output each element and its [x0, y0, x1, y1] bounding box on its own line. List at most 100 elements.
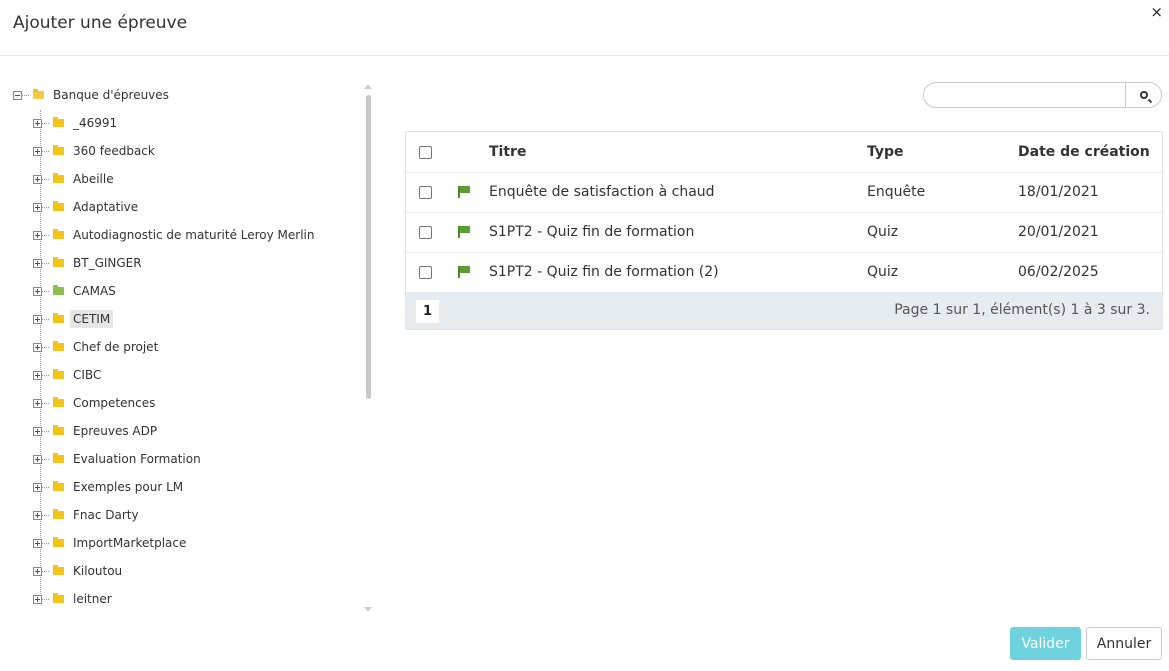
tree-item[interactable]: BT_GINGER [33, 252, 145, 274]
tree-item[interactable]: Autodiagnostic de maturité Leroy Merlin [33, 224, 318, 246]
flag-icon [458, 186, 470, 198]
tree-item[interactable]: Abeille [33, 168, 117, 190]
folder-icon [53, 201, 64, 211]
column-title-header[interactable]: Titre [489, 132, 526, 172]
select-all-checkbox[interactable] [419, 146, 432, 159]
expand-icon[interactable] [33, 538, 42, 548]
folder-icon [53, 341, 64, 351]
expand-icon[interactable] [33, 342, 42, 352]
row-type: Quiz [867, 264, 899, 280]
tree-item[interactable]: _46991 [33, 112, 120, 134]
tree-item[interactable]: Exemples pour LM [33, 476, 186, 498]
folder-icon [53, 257, 64, 267]
tree-item-label[interactable]: 360 feedback [70, 142, 158, 160]
tree-item[interactable]: Fnac Darty [33, 504, 142, 526]
expand-icon[interactable] [33, 230, 42, 240]
expand-icon[interactable] [33, 510, 42, 520]
row-checkbox[interactable] [419, 266, 432, 279]
expand-icon[interactable] [33, 454, 42, 464]
tree-item[interactable]: Competences [33, 392, 158, 414]
row-title: S1PT2 - Quiz fin de formation [489, 224, 695, 240]
tree-item[interactable]: Chef de projet [33, 336, 161, 358]
tests-table: Titre Type Date de création Enquête de s… [405, 131, 1163, 330]
tree-item-label[interactable]: Chef de projet [70, 338, 161, 356]
folder-icon [53, 369, 64, 379]
tree-item-label[interactable]: Fnac Darty [70, 506, 142, 524]
tree-item-label[interactable]: Abeille [70, 170, 117, 188]
tree-scrollbar-thumb[interactable] [366, 95, 371, 399]
tree-item-label[interactable]: ImportMarketplace [70, 534, 189, 552]
expand-icon[interactable] [33, 398, 42, 408]
tree-item-label[interactable]: Kiloutou [70, 562, 125, 580]
table-row[interactable]: S1PT2 - Quiz fin de formation Quiz 20/01/2… [406, 212, 1162, 253]
expand-icon[interactable] [33, 202, 42, 212]
row-checkbox[interactable] [419, 226, 432, 239]
page-1-button[interactable]: 1 [416, 300, 439, 323]
scroll-up-arrow[interactable] [364, 84, 372, 89]
tree-item[interactable]: CETIM [33, 308, 114, 330]
tree-item-label[interactable]: leitner [70, 590, 115, 608]
tree-item[interactable]: Evaluation Formation [33, 448, 204, 470]
tree-root-label[interactable]: Banque d'épreuves [50, 86, 172, 104]
folder-icon [53, 313, 64, 323]
tree-item-label[interactable]: Evaluation Formation [70, 450, 204, 468]
expand-icon[interactable] [33, 594, 42, 604]
tree-root[interactable]: Banque d'épreuves [13, 84, 172, 106]
tree-item[interactable]: Kiloutou [33, 560, 125, 582]
search-button[interactable] [1125, 82, 1162, 108]
column-type-header[interactable]: Type [867, 132, 904, 172]
cancel-button[interactable]: Annuler [1086, 627, 1162, 660]
expand-icon[interactable] [33, 258, 42, 268]
tree-item-label[interactable]: _46991 [70, 114, 120, 132]
column-date-header[interactable]: Date de création [1018, 132, 1150, 172]
expand-icon[interactable] [33, 370, 42, 380]
folder-icon [53, 397, 64, 407]
tree-item-label[interactable]: CETIM [70, 310, 114, 328]
expand-icon[interactable] [33, 426, 42, 436]
tree-item[interactable]: ImportMarketplace [33, 532, 189, 554]
tree-item[interactable]: leitner [33, 588, 115, 610]
tree-item[interactable]: CAMAS [33, 280, 119, 302]
expand-icon[interactable] [33, 174, 42, 184]
folder-icon [53, 509, 64, 519]
tree-item-label[interactable]: CAMAS [70, 282, 119, 300]
expand-icon[interactable] [33, 482, 42, 492]
tree-item-label[interactable]: BT_GINGER [70, 254, 145, 272]
row-checkbox[interactable] [419, 186, 432, 199]
expand-icon[interactable] [33, 146, 42, 156]
flag-icon [458, 266, 470, 278]
table-header-row: Titre Type Date de création [406, 132, 1162, 173]
row-type: Enquête [867, 184, 926, 200]
flag-icon [458, 226, 470, 238]
tree-item-label[interactable]: Autodiagnostic de maturité Leroy Merlin [70, 226, 318, 244]
dialog-title: Ajouter une épreuve [13, 13, 188, 33]
tree-item-label[interactable]: Exemples pour LM [70, 478, 186, 496]
collapse-icon[interactable] [13, 90, 22, 100]
row-date: 18/01/2021 [1018, 184, 1099, 200]
row-title: Enquête de satisfaction à chaud [489, 184, 715, 200]
folder-icon [53, 565, 64, 575]
row-date: 06/02/2025 [1018, 264, 1099, 280]
tree-item[interactable]: Adaptative [33, 196, 141, 218]
tree-item-label[interactable]: Competences [70, 394, 158, 412]
tree-item-label[interactable]: Epreuves ADP [70, 422, 160, 440]
folder-tree: Banque d'épreuves _46991 360 feedback Abei… [0, 80, 360, 615]
table-row[interactable]: Enquête de satisfaction à chaud Enquête 18… [406, 172, 1162, 213]
search-icon [1139, 91, 1148, 99]
close-icon[interactable]: × [1150, 3, 1163, 21]
tree-item-label[interactable]: CIBC [70, 366, 104, 384]
folder-icon [53, 481, 64, 491]
validate-button[interactable]: Valider [1010, 627, 1081, 660]
table-row[interactable]: S1PT2 - Quiz fin de formation (2) Quiz 06/… [406, 252, 1162, 293]
expand-icon[interactable] [33, 566, 42, 576]
expand-icon[interactable] [33, 118, 42, 128]
folder-icon [53, 593, 64, 603]
expand-icon[interactable] [33, 314, 42, 324]
scroll-down-arrow[interactable] [364, 607, 372, 612]
folder-icon [53, 285, 64, 295]
tree-item[interactable]: CIBC [33, 364, 104, 386]
tree-item-label[interactable]: Adaptative [70, 198, 141, 216]
tree-item[interactable]: 360 feedback [33, 140, 158, 162]
expand-icon[interactable] [33, 286, 42, 296]
tree-item[interactable]: Epreuves ADP [33, 420, 160, 442]
